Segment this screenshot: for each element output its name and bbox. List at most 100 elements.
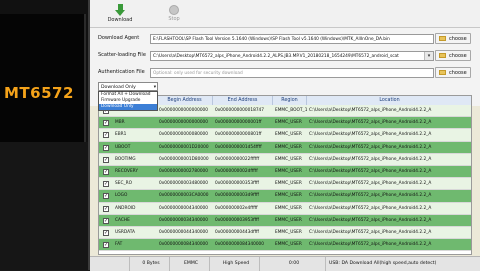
- table-row[interactable]: ✓ USRDATA 0x0000000044340000 0x00000000443d…: [99, 227, 471, 240]
- cell-location: C:\Users\a\Desktop\MT6572_alps_iPhone_An…: [309, 242, 432, 248]
- cell-region: EMMC_BOOT_1: [275, 108, 307, 113]
- choose-label: choose: [449, 53, 467, 59]
- cell-begin: 0x0000000000080000: [159, 132, 209, 138]
- folder-icon: [439, 70, 446, 75]
- cell-begin: 0x0000000003CA0000: [159, 193, 209, 199]
- cell-location: C:\Users\a\Desktop\MT6572_alps_iPhone_An…: [309, 217, 432, 223]
- cell-name: USRDATA: [115, 230, 135, 235]
- stop-button[interactable]: Stop: [154, 2, 194, 26]
- header-end-address[interactable]: End Address: [213, 96, 273, 105]
- cell-end: 0x0000000002dfffff: [215, 169, 258, 174]
- cell-region: EMMC_USER: [275, 144, 302, 150]
- scatter-label: Scatter-loading File: [98, 52, 146, 58]
- cell-location: C:\Users\a\Desktop\MT6572_alps_iPhone_An…: [309, 120, 432, 126]
- download-agent-choose-button[interactable]: choose: [435, 33, 471, 44]
- status-progress-bar: [90, 257, 130, 271]
- row-checkbox[interactable]: ✓: [103, 193, 109, 200]
- cell-name: SEC_RO: [115, 181, 132, 187]
- table-row[interactable]: ✓ BOOTIMG 0x0000000001D80000 0x00000000022f…: [99, 153, 471, 166]
- cell-location: C:\Users\a\Desktop\MT6572_alps_iPhone_An…: [309, 156, 432, 162]
- download-agent-row: Download Agent E:\FLASHTOOL\SP Flash Too…: [98, 33, 478, 47]
- cell-name: MBR: [115, 120, 125, 126]
- table-row[interactable]: ✓ ANDROID 0x0000000004340000 0x000000002e4f…: [99, 202, 471, 215]
- header-begin-address[interactable]: Begin Address: [157, 96, 213, 105]
- table-row[interactable]: ✓ MBR 0x0000000000000000 0x00000000000001ff…: [99, 117, 471, 130]
- row-checkbox[interactable]: ✓: [103, 217, 109, 224]
- cell-region: EMMC_USER: [275, 181, 302, 187]
- download-arrow-icon: [114, 4, 126, 16]
- header-location[interactable]: Location: [307, 96, 471, 105]
- cell-name: LOGO: [115, 193, 128, 199]
- cell-end: 0x00000000000001ff: [215, 120, 262, 126]
- status-speed: High Speed: [210, 257, 260, 271]
- download-agent-label: Download Agent: [98, 35, 140, 41]
- row-checkbox[interactable]: ✓: [103, 230, 109, 236]
- auth-choose-button[interactable]: choose: [435, 67, 471, 78]
- cell-begin: 0x0000000003480000: [159, 181, 209, 187]
- scatter-choose-button[interactable]: choose: [435, 50, 471, 61]
- flash-tool-window: Download Stop Download Agent E:\FLASHTOO…: [88, 0, 480, 271]
- row-checkbox[interactable]: ✓: [103, 156, 109, 163]
- stop-icon: [169, 5, 179, 15]
- cell-end: 0x0000000084340000: [215, 242, 265, 248]
- scatter-field[interactable]: C:\Users\a\Desktop\MT6572_alps_iPhone_An…: [150, 51, 434, 61]
- auth-field[interactable]: Optional: only used for security downloa…: [150, 68, 434, 78]
- cell-region: EMMC_USER: [275, 193, 302, 199]
- cell-begin: 0x0000000004340000: [159, 205, 209, 211]
- header-region[interactable]: Region: [273, 96, 307, 105]
- cell-name: EBR1: [115, 132, 127, 138]
- phone-screen: MT6572: [0, 14, 86, 142]
- table-row[interactable]: ✓ LOGO 0x0000000003CA0000 0x0000000003d9fff…: [99, 190, 471, 203]
- mode-option-selected[interactable]: Download Only: [99, 104, 157, 110]
- status-message: USB: DA Download All(high speed,auto det…: [329, 261, 437, 266]
- cell-end: 0x000000003953ffff: [215, 217, 260, 223]
- folder-icon: [439, 53, 446, 58]
- table-row[interactable]: ✓ CACHE 0x0000000034340000 0x000000003953ff…: [99, 214, 471, 227]
- phone-photo: MT6572: [0, 0, 88, 270]
- cell-begin: 0x0000000001D20000: [159, 144, 209, 150]
- choose-label: choose: [449, 36, 467, 42]
- download-agent-field[interactable]: E:\FLASHTOOL\SP Flash Tool Version 5.164…: [150, 34, 434, 44]
- download-mode-select[interactable]: Download Only ▾: [98, 82, 158, 91]
- stop-label: Stop: [168, 16, 180, 22]
- chip-label: MT6572: [4, 84, 74, 102]
- cell-region: EMMC_USER: [275, 169, 302, 174]
- cell-begin: 0x0000000000000000: [159, 120, 209, 126]
- cell-name: UBOOT: [115, 144, 131, 150]
- table-row[interactable]: ✓ UBOOT 0x0000000001D20000 0x0000000001d54f…: [99, 141, 471, 154]
- cell-region: EMMC_USER: [275, 230, 302, 235]
- table-row[interactable]: ✓ EBR1 0x0000000000080000 0x00000000000801f…: [99, 129, 471, 142]
- cell-location: C:\Users\a\Desktop\MT6572_alps_iPhone_An…: [309, 108, 432, 113]
- table-row[interactable]: ✓ FAT 0x0000000084340000 0x0000000084340000…: [99, 239, 471, 252]
- cell-region: EMMC_USER: [275, 120, 302, 126]
- table-row[interactable]: ✓ RECOVERY 0x0000000002780000 0x0000000002d…: [99, 166, 471, 179]
- cell-begin: 0x0000000044340000: [159, 230, 209, 235]
- row-checkbox[interactable]: ✓: [103, 120, 109, 127]
- cell-begin: 0x0000000084340000: [159, 242, 209, 248]
- cell-begin: 0x0000000034340000: [159, 217, 209, 223]
- row-checkbox[interactable]: ✓: [103, 144, 109, 151]
- download-button[interactable]: Download: [100, 2, 140, 26]
- row-checkbox[interactable]: ✓: [103, 205, 109, 212]
- row-checkbox[interactable]: ✓: [103, 132, 109, 139]
- auth-label: Authentication File: [98, 69, 145, 75]
- table-row[interactable]: ✓ SEC_RO 0x0000000003480000 0x000000000353f…: [99, 178, 471, 191]
- cell-name: BOOTIMG: [115, 156, 136, 162]
- row-checkbox[interactable]: ✓: [103, 181, 109, 188]
- cell-begin: 0x0000000001D80000: [159, 156, 209, 162]
- cell-region: EMMC_USER: [275, 205, 302, 211]
- download-mode-value: Download Only: [101, 85, 136, 90]
- cell-name: CACHE: [115, 217, 130, 223]
- partition-table: Name Begin Address End Address Region Lo…: [98, 95, 472, 255]
- chevron-down-icon[interactable]: ▾: [424, 52, 433, 60]
- cell-begin: 0x0000000002780000: [159, 169, 209, 174]
- cell-region: EMMC_USER: [275, 217, 302, 223]
- status-storage: EMMC: [170, 257, 210, 271]
- row-checkbox[interactable]: ✓: [103, 169, 109, 175]
- cell-location: C:\Users\a\Desktop\MT6572_alps_iPhone_An…: [309, 205, 432, 211]
- download-label: Download: [107, 17, 133, 23]
- cell-end: 0x000000002e4fffff: [215, 205, 258, 211]
- row-checkbox[interactable]: ✓: [103, 242, 109, 249]
- cell-region: EMMC_USER: [275, 242, 302, 248]
- cell-region: EMMC_USER: [275, 156, 302, 162]
